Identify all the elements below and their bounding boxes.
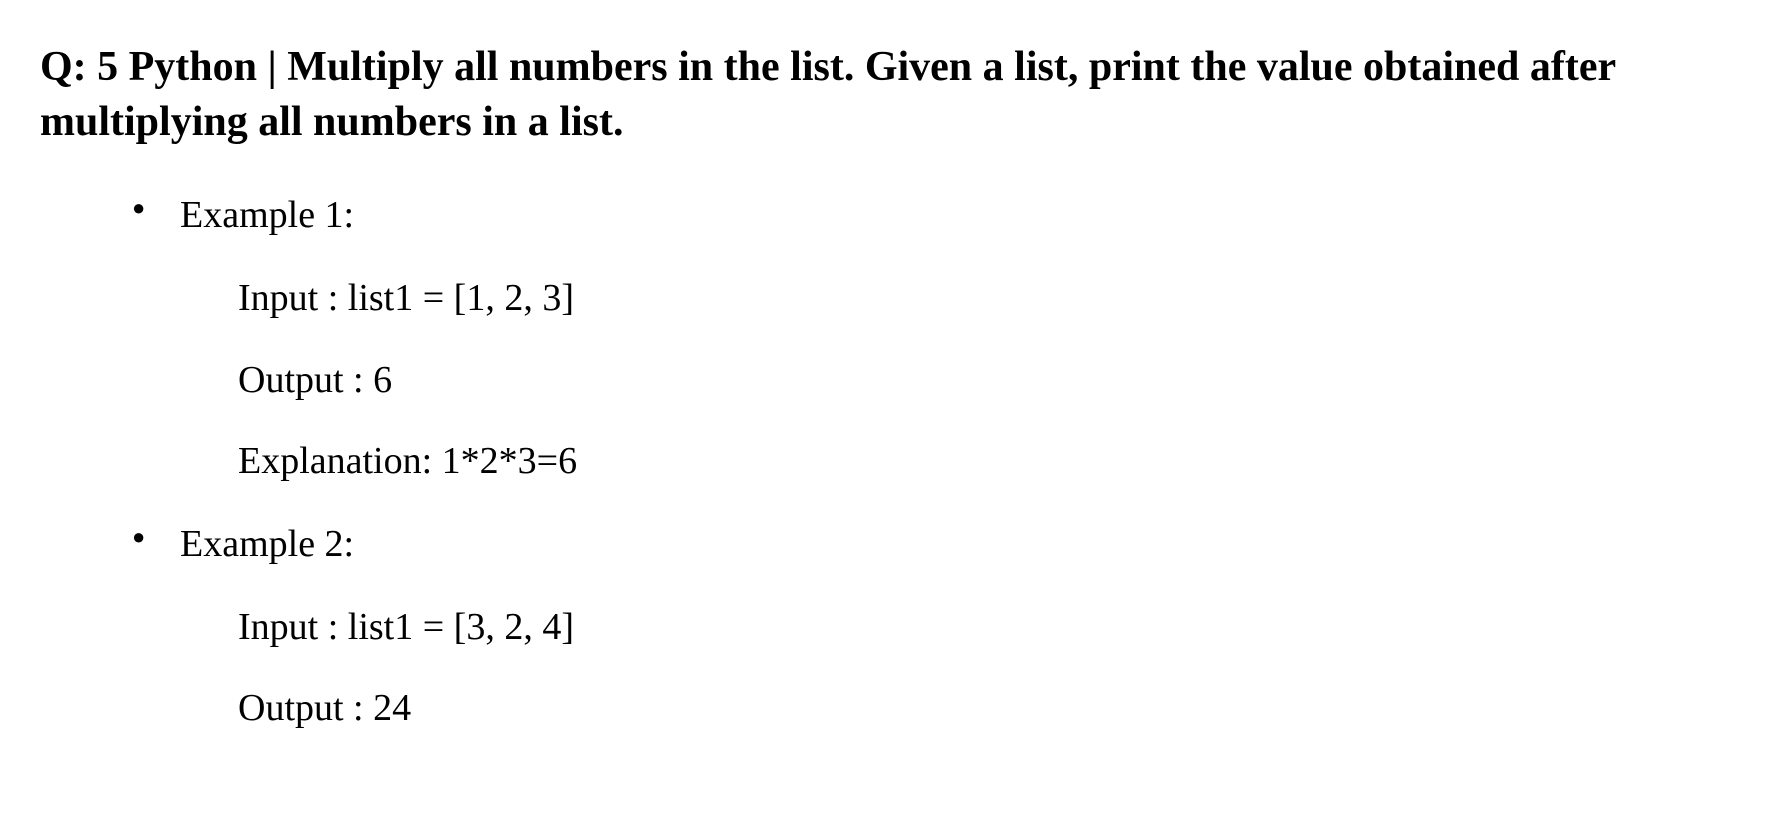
example-output-line: Output : 24 xyxy=(238,682,1726,735)
example-details: Input : list1 = [1, 2, 3] Output : 6 Exp… xyxy=(180,272,1726,488)
example-output-line: Output : 6 xyxy=(238,354,1726,407)
example-input-line: Input : list1 = [1, 2, 3] xyxy=(238,272,1726,325)
examples-list: Example 1: Input : list1 = [1, 2, 3] Out… xyxy=(40,189,1726,735)
example-label: Example 2: xyxy=(180,518,1726,571)
example-label: Example 1: xyxy=(180,189,1726,242)
example-explanation-line: Explanation: 1*2*3=6 xyxy=(238,435,1726,488)
example-input-line: Input : list1 = [3, 2, 4] xyxy=(238,601,1726,654)
question-heading: Q: 5 Python | Multiply all numbers in th… xyxy=(40,40,1726,149)
example-item: Example 2: Input : list1 = [3, 2, 4] Out… xyxy=(180,518,1726,736)
example-details: Input : list1 = [3, 2, 4] Output : 24 xyxy=(180,601,1726,735)
example-item: Example 1: Input : list1 = [1, 2, 3] Out… xyxy=(180,189,1726,488)
